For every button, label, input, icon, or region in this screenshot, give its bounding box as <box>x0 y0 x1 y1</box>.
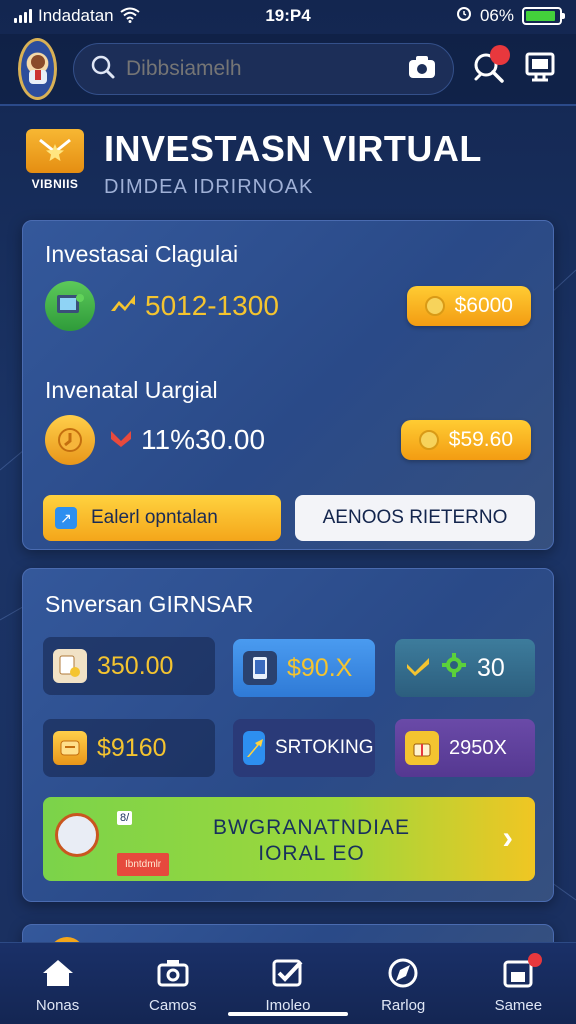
compass-icon <box>386 957 420 989</box>
clock-coin-icon <box>45 415 95 465</box>
promo-badge: 8/ <box>117 811 133 825</box>
row1-label: Investasai Clagulai <box>45 241 239 267</box>
status-bar: Indadatan 19:P4 06% <box>0 0 576 32</box>
tile-mobile-value: $90.X <box>287 653 353 682</box>
nav-label-explore: Rarlog <box>381 997 426 1014</box>
page-title: INVESTASN VIRTUAL <box>104 128 482 169</box>
nav-item-home[interactable]: Nonas <box>8 957 108 1014</box>
row2-label: Invenatal Uargial <box>45 377 218 403</box>
document-coins-icon <box>53 649 87 683</box>
secondary-action-button[interactable]: AENOOS RIETERNO <box>295 495 535 541</box>
bottom-nav: Nonas Camos Imoleo Rarlog Samee <box>0 942 576 1024</box>
search-bar[interactable] <box>73 43 454 95</box>
envelope-star-icon <box>26 128 84 173</box>
notification-dot <box>528 953 543 967</box>
notification-badge <box>490 45 510 65</box>
wallet-icon <box>53 731 87 765</box>
row2-amount-button[interactable]: $59.60 <box>400 420 531 460</box>
tile-savings-value: 350.00 <box>97 651 174 680</box>
page-subtitle: DIMDEA IDRIRNOAK <box>104 176 314 198</box>
tile-stocking[interactable]: SRTOKING <box>233 719 375 777</box>
promo-line-2: IORAL EO <box>258 842 365 865</box>
portfolio-icon <box>45 281 95 331</box>
row1-value: 5012-1300 <box>145 290 279 321</box>
row2-value: 11%30.00 <box>141 424 266 455</box>
tile-mobile[interactable]: $90.X <box>233 639 375 697</box>
growth-icon <box>109 293 137 320</box>
coin-icon <box>424 296 445 316</box>
monitor-icon <box>522 49 558 90</box>
home-icon <box>41 957 75 989</box>
tile-wallet-value: $9160 <box>97 733 167 762</box>
promo-line-1: BWGRANATNDIAE <box>213 816 410 839</box>
secondary-action-label: AENOOS RIETERNO <box>322 507 508 528</box>
tile-stocking-label: SRTOKING <box>275 737 374 758</box>
decline-icon <box>109 427 133 454</box>
home-indicator <box>228 1012 348 1016</box>
tile-savings[interactable]: 350.00 <box>43 637 215 695</box>
nav-item-explore[interactable]: Rarlog <box>353 957 453 1014</box>
avatar[interactable] <box>18 38 57 100</box>
tile-wallet[interactable]: $9160 <box>43 719 215 777</box>
tile-settings-value: 30 <box>477 653 505 682</box>
promo-tag: Ibntdmlr <box>117 853 170 876</box>
camera-icon[interactable] <box>407 54 437 85</box>
promo-cta-button[interactable]: 8/ Ibntdmlr BWGRANATNDIAE IORAL EO › <box>43 797 535 881</box>
chevron-right-icon: › <box>502 819 513 855</box>
battery-icon <box>522 7 565 25</box>
row1-amount-button[interactable]: $6000 <box>406 286 531 326</box>
investment-row-2: 11%30.00 $59.60 <box>45 415 531 465</box>
tile-settings[interactable]: 30 <box>395 639 535 697</box>
chart-icon: ↗ <box>55 507 77 529</box>
primary-action-label: Ealerl opntalan <box>91 507 218 528</box>
nav-label-home: Nonas <box>35 997 80 1014</box>
nav-item-tasks[interactable]: Imoleo <box>238 957 338 1014</box>
phone-icon <box>243 651 277 685</box>
investment-summary-card: Investasai Clagulai 5012-1300 $6000 Inve… <box>22 220 554 550</box>
logo-label: VIBNIIS <box>31 176 79 191</box>
signal-icon <box>14 9 32 23</box>
search-input[interactable] <box>126 57 397 81</box>
app-logo: VIBNIIS <box>22 128 88 199</box>
gift-icon <box>405 731 439 765</box>
carrier-label: Indadatan <box>38 6 114 25</box>
tile-gift[interactable]: 2950X <box>395 719 535 777</box>
badge-check-icon <box>405 654 431 683</box>
portfolio-title: Snversan GIRNSAR <box>45 591 254 617</box>
nav-label-profile: Samee <box>494 997 543 1014</box>
camera-icon <box>156 957 190 989</box>
investment-row-1: 5012-1300 $6000 <box>45 281 531 331</box>
row2-amount: $59.60 <box>448 428 513 451</box>
page-title-block: VIBNIIS INVESTASN VIRTUAL DIMDEA IDRIRNO… <box>22 128 482 199</box>
nav-item-profile[interactable]: Samee <box>468 953 568 1014</box>
search-icon <box>90 54 116 85</box>
coin-icon <box>418 430 439 450</box>
nav-label-camera: Camos <box>149 997 197 1014</box>
devices-button[interactable] <box>522 49 558 89</box>
gear-icon <box>441 652 467 685</box>
notifications-button[interactable] <box>470 45 510 89</box>
trend-arrow-icon <box>243 731 265 765</box>
tile-gift-value: 2950X <box>449 736 507 759</box>
mascot-icon <box>55 813 99 857</box>
portfolio-card: Snversan GIRNSAR 350.00 $90.X 30 $9160 S… <box>22 568 554 902</box>
primary-action-button[interactable]: ↗ Ealerl opntalan <box>43 495 281 541</box>
battery-percent: 06% <box>479 6 514 25</box>
nav-item-camera[interactable]: Camos <box>123 957 223 1014</box>
checkbox-icon <box>271 957 305 989</box>
wifi-icon <box>120 7 140 26</box>
row1-amount: $6000 <box>454 294 513 317</box>
alarm-icon <box>456 6 472 27</box>
app-header <box>0 34 576 106</box>
